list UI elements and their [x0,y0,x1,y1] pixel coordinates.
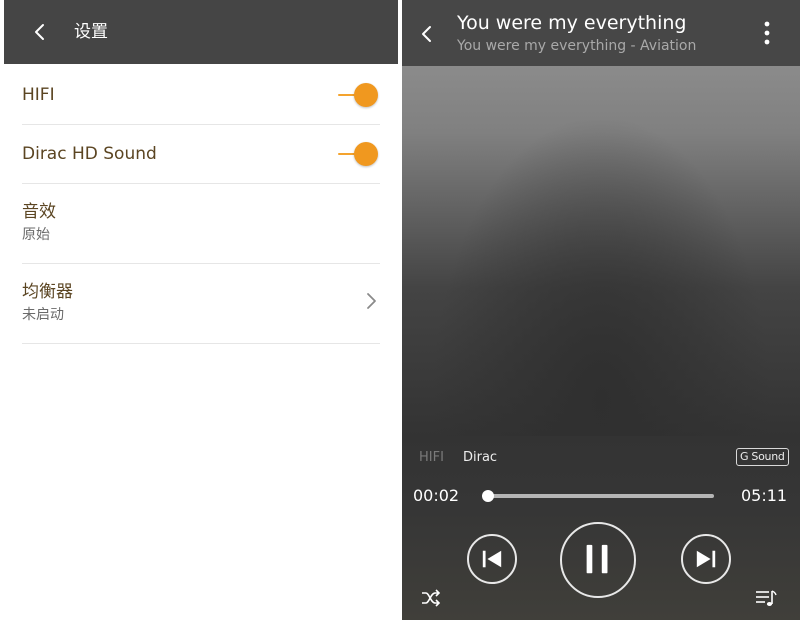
hifi-label: HIFI [22,85,55,105]
equalizer-label: 均衡器 [22,282,73,302]
gsound-badge[interactable]: G Sound [736,448,789,466]
sound-effect-label: 音效 [22,202,56,222]
dirac-toggle[interactable] [338,141,378,167]
settings-row-equalizer[interactable]: 均衡器 未启动 [22,264,380,344]
hifi-chip[interactable]: HIFI [419,450,444,466]
song-title: You were my everything [457,12,687,34]
dirac-chip[interactable]: Dirac [463,450,497,466]
shuffle-icon[interactable] [420,587,442,609]
more-vertical-icon[interactable] [758,20,776,46]
next-button[interactable] [681,534,731,584]
settings-row-dirac[interactable]: Dirac HD Sound [22,125,380,184]
settings-row-hifi[interactable]: HIFI [22,66,380,125]
chevron-right-icon [367,293,376,309]
settings-screen: 设置 HIFI Dirac HD Sound 音效 原始 均衡器 未启动 [0,0,400,620]
total-time: 05:11 [741,486,788,505]
sound-effect-value: 原始 [22,227,50,243]
hifi-toggle[interactable] [338,82,378,108]
skip-next-icon [696,550,716,568]
previous-button[interactable] [467,534,517,584]
settings-row-sound-effect[interactable]: 音效 原始 [22,184,380,264]
page-title: 设置 [74,22,108,42]
equalizer-value: 未启动 [22,307,64,323]
toggle-knob [354,83,378,107]
playlist-icon[interactable] [754,587,778,609]
pause-button[interactable] [560,522,636,598]
song-subtitle: You were my everything - Aviation [457,38,697,54]
player-header: You were my everything You were my every… [402,0,800,66]
settings-header: 设置 [4,0,398,64]
playback-controls: HIFI Dirac G Sound 00:02 05:11 [402,436,800,620]
player-screen: You were my everything You were my every… [402,0,800,620]
seek-bar[interactable] [482,490,714,502]
dirac-label: Dirac HD Sound [22,144,157,164]
current-time: 00:02 [413,486,460,505]
back-arrow-icon[interactable] [28,20,52,44]
album-art [402,66,800,436]
seek-thumb[interactable] [482,490,495,502]
pause-icon [586,544,608,574]
skip-previous-icon [482,550,502,568]
back-arrow-icon[interactable] [416,23,438,45]
toggle-knob [354,142,378,166]
